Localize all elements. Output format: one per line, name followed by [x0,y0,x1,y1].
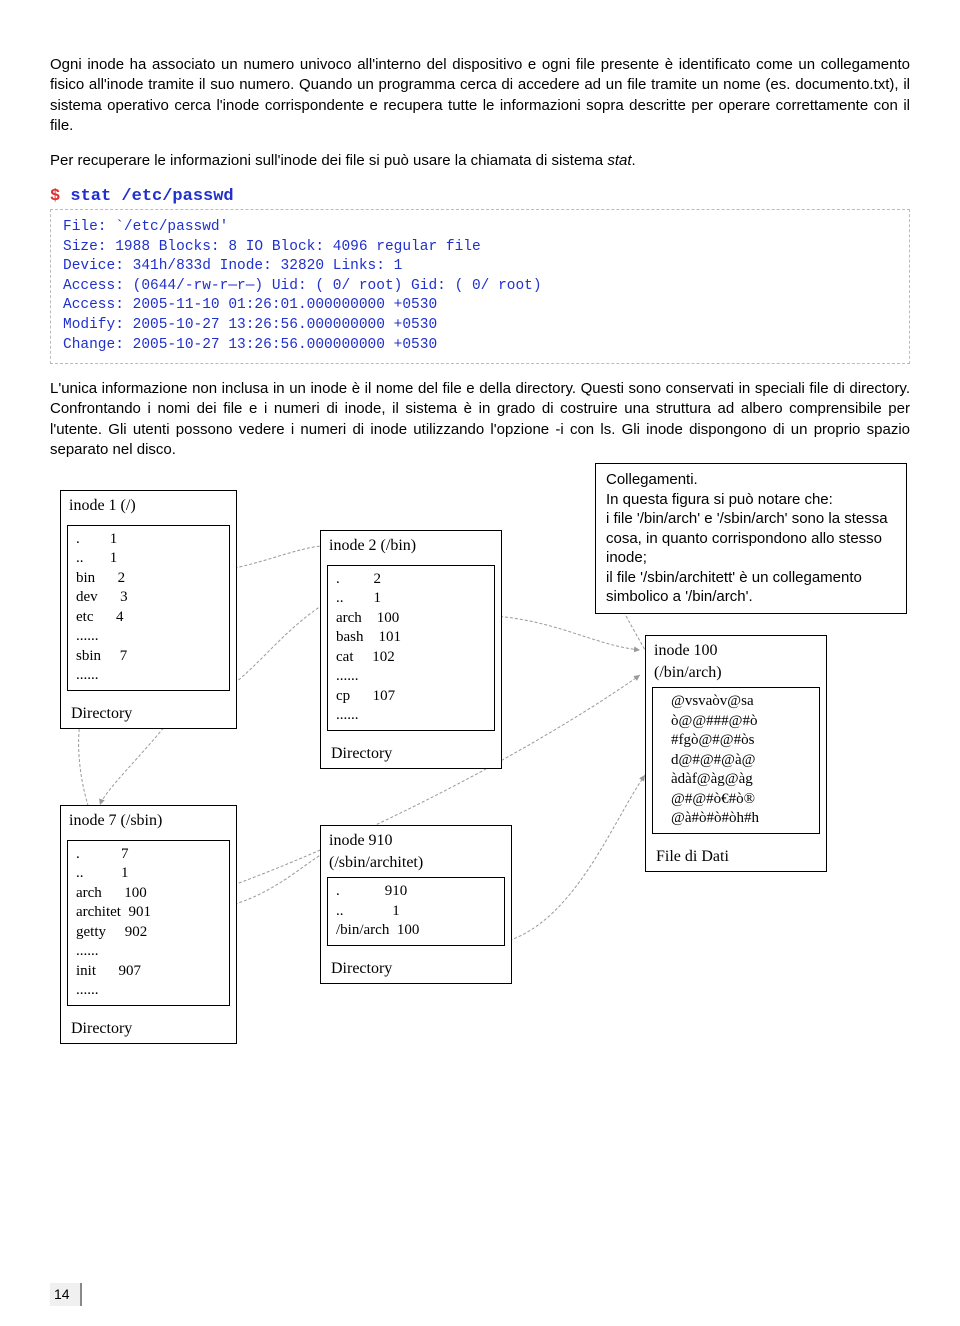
stat-output: File: `/etc/passwd' Size: 1988 Blocks: 8… [50,209,910,364]
inode910-foot: Directory [321,954,511,984]
inode1-foot: Directory [61,699,236,729]
inode100-title-b: (/bin/arch) [654,662,818,684]
inode7-foot: Directory [61,1014,236,1044]
inode7-title: inode 7 (/sbin) [61,806,236,836]
code-l5: Access: 2005-11-10 01:26:01.000000000 +0… [63,297,437,313]
inode910-rows: . 910 .. 1 /bin/arch 100 [327,877,505,946]
inode100-rows: @vsvaòv@sa ò@@###@#ò #fgò@#@#òs d@#@#@à@… [652,687,820,834]
command-text: stat /etc/passwd [70,187,233,206]
code-l3: Device: 341h/833d Inode: 32820 Links: 1 [63,258,402,274]
inode1-box: inode 1 (/) . 1 .. 1 bin 2 dev 3 etc 4 .… [60,490,237,729]
note-collegamenti: Collegamenti. In questa figura si può no… [595,463,907,614]
prompt-dollar: $ [50,187,70,206]
command-line: $ stat /etc/passwd [50,186,910,209]
inode2-box: inode 2 (/bin) . 2 .. 1 arch 100 bash 10… [320,530,502,769]
note-l1: Collegamenti. [606,470,896,490]
paragraph-2: Per recuperare le informazioni sull'inod… [50,151,910,171]
inode1-title: inode 1 (/) [61,491,236,521]
inode2-rows: . 2 .. 1 arch 100 bash 101 cat 102 .....… [327,565,495,731]
note-l2: In questa figura si può notare che: [606,490,896,510]
inode100-title-a: inode 100 [654,640,818,662]
inode100-title: inode 100 (/bin/arch) [646,636,826,683]
inode100-foot: File di Dati [646,842,826,872]
code-l1: File: `/etc/passwd' [63,219,228,235]
page-number: 14 [50,1283,82,1306]
inode2-title: inode 2 (/bin) [321,531,501,561]
inode7-box: inode 7 (/sbin) . 7 .. 1 arch 100 archit… [60,805,237,1044]
inode1-rows: . 1 .. 1 bin 2 dev 3 etc 4 ...... sbin 7… [67,525,230,691]
note-l3: i file '/bin/arch' e '/sbin/arch' sono l… [606,509,896,568]
inode910-title-a: inode 910 [329,830,503,852]
note-l4: il file '/sbin/architett' è un collegame… [606,568,896,607]
inode100-box: inode 100 (/bin/arch) @vsvaòv@sa ò@@###@… [645,635,827,872]
para2-stat: stat [607,152,631,169]
inode-diagram: Collegamenti. In questa figura si può no… [50,475,910,1125]
code-l2: Size: 1988 Blocks: 8 IO Block: 4096 regu… [63,239,481,255]
inode910-box: inode 910 (/sbin/architet) . 910 .. 1 /b… [320,825,512,984]
code-l6: Modify: 2005-10-27 13:26:56.000000000 +0… [63,317,437,333]
para2-dot: . [632,152,636,169]
inode910-title-b: (/sbin/architet) [329,852,503,874]
para2-text: Per recuperare le informazioni sull'inod… [50,152,607,169]
inode2-foot: Directory [321,739,501,769]
code-l7: Change: 2005-10-27 13:26:56.000000000 +0… [63,337,437,353]
inode7-rows: . 7 .. 1 arch 100 architet 901 getty 902… [67,840,230,1006]
paragraph-3: L'unica informazione non inclusa in un i… [50,379,910,460]
paragraph-1: Ogni inode ha associato un numero univoc… [50,55,910,136]
inode910-title: inode 910 (/sbin/architet) [321,826,511,873]
code-l4: Access: (0644/-rw-r—r—) Uid: ( 0/ root) … [63,278,542,294]
